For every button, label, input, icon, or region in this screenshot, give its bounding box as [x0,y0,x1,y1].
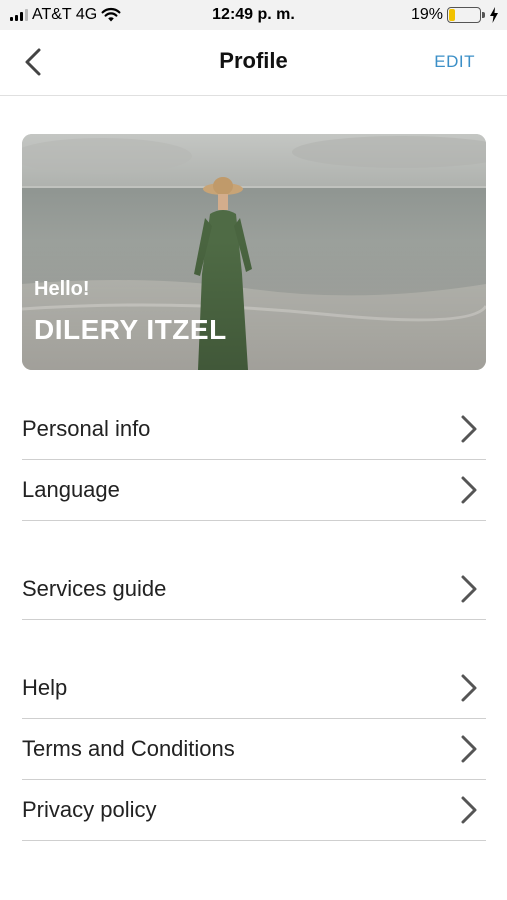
greeting-text: Hello! [34,278,90,300]
profile-hero-card: Hello! DILERY ITZEL [22,134,486,370]
page-title: Profile [219,48,288,73]
menu-item-label: Help [22,675,68,700]
edit-button[interactable]: EDIT [434,52,475,72]
chevron-right-icon [461,674,477,702]
status-right: 19% [411,6,499,24]
menu-item-terms[interactable]: Terms and Conditions [22,719,486,780]
menu-item-label: Services guide [22,576,167,601]
header: Profile EDIT [0,30,507,96]
chevron-right-icon [461,575,477,603]
status-bar: AT&T 4G 12:49 p. m. 19% [0,0,507,30]
battery-icon [447,7,485,23]
chevron-right-icon [461,415,477,443]
menu-item-label: Language [22,477,120,502]
chevron-right-icon [461,476,477,504]
menu-item-personal-info[interactable]: Personal info [22,399,486,460]
battery-fill [449,9,455,21]
menu-item-label: Personal info [22,416,151,441]
chevron-right-icon [461,796,477,824]
chevron-right-icon [461,735,477,763]
menu-item-privacy-policy[interactable]: Privacy policy [22,780,486,841]
menu-item-services-guide[interactable]: Services guide [22,559,486,620]
menu-item-help[interactable]: Help [22,658,486,719]
menu-item-language[interactable]: Language [22,460,486,521]
menu-item-label: Terms and Conditions [22,736,235,761]
charging-icon [490,7,498,23]
menu-item-label: Privacy policy [22,797,157,822]
user-name: DILERY ITZEL [34,314,227,345]
battery-percent: 19% [410,6,443,23]
